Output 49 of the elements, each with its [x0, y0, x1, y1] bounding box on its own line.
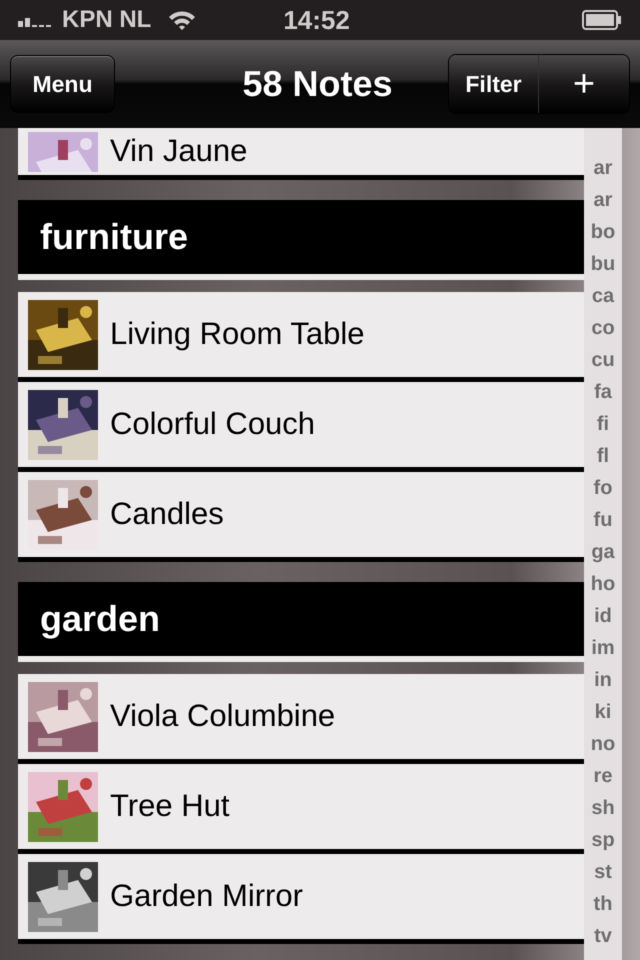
- note-title: Tree Hut: [110, 787, 230, 826]
- index-letter[interactable]: tv: [594, 920, 612, 952]
- clock-time: 14:52: [283, 4, 350, 36]
- note-title: Garden Mirror: [110, 877, 303, 916]
- note-title: Vin Jaune: [110, 132, 248, 170]
- index-letter[interactable]: ar: [594, 184, 612, 216]
- note-row[interactable]: Candles: [18, 472, 584, 562]
- index-letter[interactable]: im: [591, 632, 615, 664]
- index-letter[interactable]: ca: [592, 280, 614, 312]
- index-letter[interactable]: fo: [594, 472, 612, 504]
- index-letter[interactable]: id: [594, 600, 612, 632]
- index-letter[interactable]: bu: [590, 248, 616, 280]
- index-letter[interactable]: ar: [594, 152, 612, 184]
- note-title: Candles: [110, 495, 224, 534]
- wifi-icon: [167, 9, 198, 31]
- index-letter[interactable]: in: [594, 664, 612, 696]
- index-letter[interactable]: fi: [596, 408, 610, 440]
- note-row[interactable]: Living Room Table: [18, 292, 584, 382]
- note-row[interactable]: Garden Mirror: [18, 854, 584, 944]
- index-letter[interactable]: no: [590, 728, 616, 760]
- index-letter[interactable]: ho: [590, 568, 616, 600]
- index-letter[interactable]: sh: [591, 792, 615, 824]
- index-letter[interactable]: ga: [591, 536, 615, 568]
- index-letter[interactable]: sp: [591, 824, 615, 856]
- note-title: Living Room Table: [110, 315, 364, 354]
- index-letter[interactable]: bo: [590, 216, 616, 248]
- index-letter[interactable]: fa: [594, 376, 612, 408]
- index-letter[interactable]: re: [594, 760, 612, 792]
- index-letter[interactable]: fu: [594, 504, 612, 536]
- filter-button[interactable]: Filter: [449, 55, 539, 113]
- index-letter[interactable]: fl: [596, 440, 610, 472]
- note-row[interactable]: Viola Columbine: [18, 674, 584, 764]
- section-title: furniture: [40, 215, 188, 259]
- note-title: Colorful Couch: [110, 405, 316, 444]
- index-letter[interactable]: th: [594, 888, 612, 920]
- index-letter[interactable]: cu: [591, 344, 615, 376]
- note-row[interactable]: Vin Jaune: [18, 128, 584, 180]
- note-title: Viola Columbine: [110, 697, 336, 736]
- nav-title: 58 Notes: [241, 62, 394, 106]
- carrier-name: KPN NL: [62, 5, 152, 35]
- index-letter[interactable]: st: [594, 856, 612, 888]
- add-button[interactable]: +: [539, 55, 629, 113]
- note-row[interactable]: Colorful Couch: [18, 382, 584, 472]
- battery-icon: [582, 10, 622, 30]
- index-letter[interactable]: co: [591, 312, 615, 344]
- index-letter[interactable]: ki: [594, 696, 612, 728]
- menu-button[interactable]: Menu: [10, 55, 115, 113]
- note-row[interactable]: Tree Hut: [18, 764, 584, 854]
- section-title: garden: [40, 597, 160, 641]
